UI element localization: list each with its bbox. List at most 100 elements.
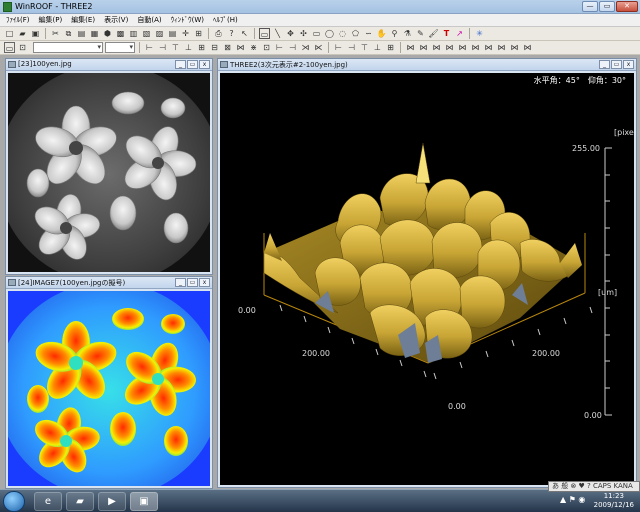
image-tool-7-icon[interactable]: ▤	[167, 28, 178, 39]
distribute-5-icon[interactable]: ⋈	[457, 42, 468, 53]
menu-edit[interactable]: 編集(E)	[71, 15, 95, 25]
copy-icon[interactable]: ⧉	[63, 28, 74, 39]
grid-icon[interactable]: ⊞	[193, 28, 204, 39]
menu-edit-p[interactable]: 編集(P)	[39, 15, 63, 25]
start-button[interactable]	[3, 491, 25, 512]
distribute-3-icon[interactable]: ⋈	[431, 42, 442, 53]
maximize-button[interactable]: ▭	[611, 60, 622, 69]
measure-12-icon[interactable]: ⊣	[287, 42, 298, 53]
align-3-icon[interactable]: ⊤	[359, 42, 370, 53]
measure-13-icon[interactable]: ⋊	[300, 42, 311, 53]
ime-bar[interactable]: あ 般 ⊗ ♥ ? CAPS KANA	[548, 481, 640, 492]
window-mode-icon[interactable]: ▭	[4, 42, 15, 53]
context-help-icon[interactable]: ↖	[239, 28, 250, 39]
pseudocolor-window-caption[interactable]: [24]IMAGE7(100yen.jpgの擬号) _ ▭ x	[6, 277, 212, 289]
sparkle-icon[interactable]: ✳	[474, 28, 485, 39]
distribute-1-icon[interactable]: ⋈	[405, 42, 416, 53]
image-select-dropdown[interactable]: ▾	[33, 42, 103, 53]
select-rect-icon[interactable]: ▭	[259, 28, 270, 39]
ellipse-tool-icon[interactable]: ◯	[324, 28, 335, 39]
line-tool-icon[interactable]: ╲	[272, 28, 283, 39]
rectangle-tool-icon[interactable]: ▭	[311, 28, 322, 39]
minimize-button[interactable]: _	[175, 278, 186, 287]
measure-3-icon[interactable]: ⊤	[170, 42, 181, 53]
distribute-8-icon[interactable]: ⋈	[496, 42, 507, 53]
clock[interactable]: 11:23 2009/12/16	[594, 492, 634, 510]
close-button[interactable]: x	[199, 278, 210, 287]
open-folder-icon[interactable]: ▰	[17, 28, 28, 39]
menu-window[interactable]: ｳｨﾝﾄﾞｳ(W)	[171, 15, 204, 25]
measure-4-icon[interactable]: ⊥	[183, 42, 194, 53]
image-tool-6-icon[interactable]: ▨	[154, 28, 165, 39]
measure-8-icon[interactable]: ⋈	[235, 42, 246, 53]
hand-icon[interactable]: ✋	[376, 28, 387, 39]
print-icon[interactable]: ⎙	[213, 28, 224, 39]
close-button[interactable]: x	[199, 60, 210, 69]
distribute-2-icon[interactable]: ⋈	[418, 42, 429, 53]
eyedropper-icon[interactable]: ⚗	[402, 28, 413, 39]
freehand-tool-icon[interactable]: ◌	[337, 28, 348, 39]
pseudocolor-window[interactable]: [24]IMAGE7(100yen.jpgの擬号) _ ▭ x	[5, 276, 213, 489]
close-button[interactable]: x	[623, 60, 634, 69]
measure-1-icon[interactable]: ⊢	[144, 42, 155, 53]
overlay-icon[interactable]: ⊡	[17, 42, 28, 53]
new-file-icon[interactable]: □	[4, 28, 15, 39]
maximize-button[interactable]: ▭	[187, 60, 198, 69]
menu-file[interactable]: ﾌｧｲﾙ(F)	[6, 15, 30, 25]
minimize-button[interactable]: _	[599, 60, 610, 69]
measure-14-icon[interactable]: ⋉	[313, 42, 324, 53]
menu-auto[interactable]: 自動(A)	[137, 15, 161, 25]
minimize-button[interactable]: —	[582, 1, 598, 12]
measure-7-icon[interactable]: ⊠	[222, 42, 233, 53]
measure-2-icon[interactable]: ⊣	[157, 42, 168, 53]
folder-taskbar-icon[interactable]: ▰	[66, 492, 94, 511]
polygon-tool-icon[interactable]: ⬠	[350, 28, 361, 39]
image-tool-5-icon[interactable]: ▧	[141, 28, 152, 39]
distribute-4-icon[interactable]: ⋈	[444, 42, 455, 53]
maximize-button[interactable]: ▭	[599, 1, 615, 12]
menu-help[interactable]: ﾍﾙﾌﾟ(H)	[213, 15, 238, 25]
close-button[interactable]: ✕	[616, 1, 638, 12]
minimize-button[interactable]: _	[175, 60, 186, 69]
grayscale-coin-image[interactable]	[8, 73, 210, 272]
pan-icon[interactable]: ✣	[298, 28, 309, 39]
image-tool-4-icon[interactable]: ▥	[128, 28, 139, 39]
measure-11-icon[interactable]: ⊢	[274, 42, 285, 53]
3d-view-window[interactable]: THREE2(3次元表示#2-100yen.jpg) _ ▭ x 水平角：45°…	[217, 58, 637, 488]
image-tool-1-icon[interactable]: ▦	[89, 28, 100, 39]
distribute-9-icon[interactable]: ⋈	[509, 42, 520, 53]
image-tool-3-icon[interactable]: ▩	[115, 28, 126, 39]
measure-6-icon[interactable]: ⊟	[209, 42, 220, 53]
measure-10-icon[interactable]: ⊡	[261, 42, 272, 53]
ie-taskbar-icon[interactable]: e	[34, 492, 62, 511]
tray-icons[interactable]: ▲ ⚑ ◉	[560, 495, 585, 504]
distribute-10-icon[interactable]: ⋈	[522, 42, 533, 53]
3d-surface-view[interactable]: 水平角：45° 仰角：30° [pixel 255.00 0.00 0.00 2…	[220, 73, 634, 485]
3d-view-caption[interactable]: THREE2(3次元表示#2-100yen.jpg) _ ▭ x	[218, 59, 636, 71]
image-tool-2-icon[interactable]: ⬢	[102, 28, 113, 39]
text-tool-icon[interactable]: T	[441, 28, 452, 39]
pseudocolor-coin-image[interactable]	[8, 291, 210, 486]
help-pointer-icon[interactable]: ?	[226, 28, 237, 39]
winroof-taskbar-icon[interactable]: ▣	[130, 492, 158, 511]
measure-9-icon[interactable]: ⋇	[248, 42, 259, 53]
distribute-6-icon[interactable]: ⋈	[470, 42, 481, 53]
pencil-icon[interactable]: ✎	[415, 28, 426, 39]
zoom-icon[interactable]: ⚲	[389, 28, 400, 39]
maximize-button[interactable]: ▭	[187, 278, 198, 287]
media-player-taskbar-icon[interactable]: ▶	[98, 492, 126, 511]
measure-5-icon[interactable]: ⊞	[196, 42, 207, 53]
zoom-select-dropdown[interactable]: ▾	[105, 42, 135, 53]
crosshair-icon[interactable]: ✛	[180, 28, 191, 39]
align-5-icon[interactable]: ⊞	[385, 42, 396, 53]
align-4-icon[interactable]: ⊥	[372, 42, 383, 53]
move-icon[interactable]: ✥	[285, 28, 296, 39]
align-2-icon[interactable]: ⊣	[346, 42, 357, 53]
save-icon[interactable]: ▣	[30, 28, 41, 39]
curve-tool-icon[interactable]: ∽	[363, 28, 374, 39]
image-window-caption[interactable]: [23]100yen.jpg _ ▭ x	[6, 59, 212, 71]
paste-icon[interactable]: ▤	[76, 28, 87, 39]
menu-view[interactable]: 表示(V)	[104, 15, 128, 25]
distribute-7-icon[interactable]: ⋈	[483, 42, 494, 53]
image-window-100yen[interactable]: [23]100yen.jpg _ ▭ x	[5, 58, 213, 275]
